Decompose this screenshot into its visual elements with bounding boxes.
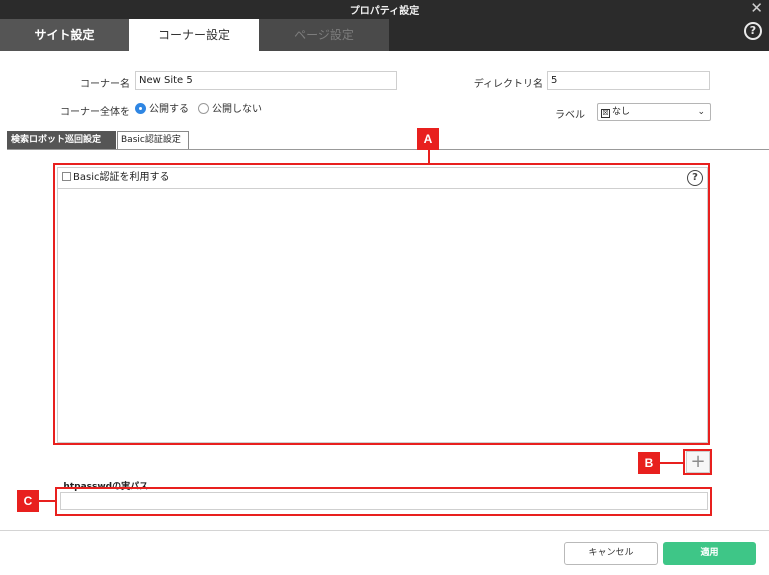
title-bar: プロパティ設定 ✕ [0, 0, 769, 19]
annotation-a-connector [428, 148, 430, 164]
radio-selected-icon [135, 103, 146, 114]
subtab-basic-auth[interactable]: Basic認証設定 [117, 131, 189, 150]
annotation-b-connector [658, 462, 684, 464]
close-icon[interactable]: ✕ [750, 0, 763, 18]
chevron-down-icon: ⌄ [697, 107, 705, 117]
label-none-icon: ☒ [601, 109, 610, 118]
publish-off-radio[interactable]: 公開しない [198, 103, 262, 117]
main-tab-bar: サイト設定 コーナー設定 ページ設定 ? [0, 19, 769, 51]
tab-page-settings: ページ設定 [259, 19, 389, 51]
annotation-c-connector [37, 500, 56, 502]
tab-site-settings[interactable]: サイト設定 [0, 19, 129, 51]
subtab-divider [7, 149, 769, 150]
subtab-robot-crawl[interactable]: 検索ロボット巡回設定 [7, 131, 116, 150]
annotation-c-box [55, 487, 712, 516]
apply-button[interactable]: 適用 [663, 542, 756, 565]
window-title: プロパティ設定 [349, 6, 420, 17]
cancel-button[interactable]: キャンセル [564, 542, 658, 565]
directory-label: ディレクトリ名 [473, 79, 543, 90]
annotation-a-box [53, 163, 710, 445]
tab-corner-settings[interactable]: コーナー設定 [129, 19, 259, 51]
annotation-a-tag: A [417, 128, 439, 150]
publish-on-label: 公開する [149, 104, 189, 115]
publish-on-radio[interactable]: 公開する [135, 103, 189, 117]
publish-label: コーナー全体を [60, 107, 130, 118]
footer-divider [0, 530, 769, 531]
corner-name-label: コーナー名 [80, 79, 130, 90]
label-select[interactable]: ☒ なし ⌄ [597, 103, 711, 121]
annotation-b-box [683, 449, 712, 475]
label-label: ラベル [555, 110, 585, 121]
corner-name-input[interactable]: New Site 5 [135, 71, 397, 90]
label-select-value: なし [612, 107, 631, 117]
annotation-b-tag: B [638, 452, 660, 474]
directory-input[interactable]: 5 [547, 71, 710, 90]
help-icon[interactable]: ? [744, 22, 762, 40]
annotation-c-tag: C [17, 490, 39, 512]
publish-off-label: 公開しない [212, 104, 262, 115]
radio-unselected-icon [198, 103, 209, 114]
